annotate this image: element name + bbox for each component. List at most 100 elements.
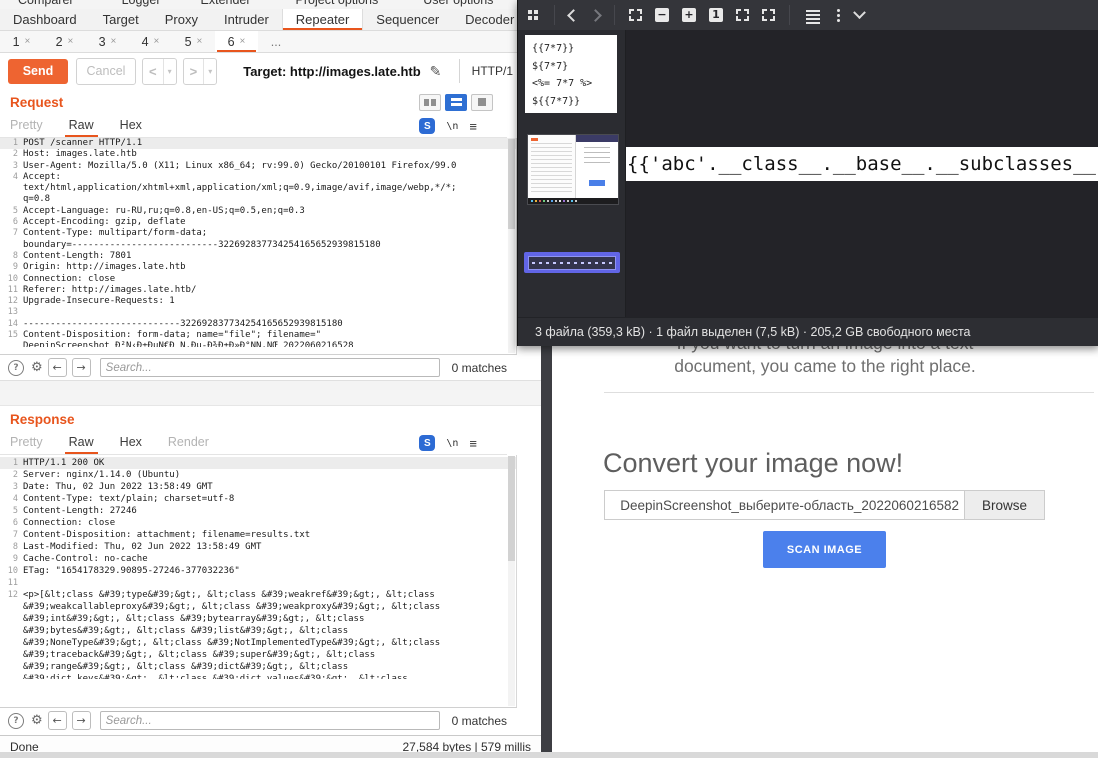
- request-section-header: Request: [0, 89, 541, 115]
- list-view-icon[interactable]: [806, 14, 820, 16]
- image-viewer-window: − + 1 {{7*7}}${7*7}<%= 7*7 %>${{7*7}}: [517, 0, 1098, 346]
- tab-proxy[interactable]: Proxy: [152, 9, 211, 30]
- response-section-header: Response: [0, 406, 541, 432]
- scan-image-button[interactable]: SCAN IMAGE: [763, 531, 886, 568]
- repeater-tab-2[interactable]: 2×: [43, 31, 86, 52]
- payload-line: <%= 7*7 %>: [532, 75, 617, 93]
- tab-dashboard[interactable]: Dashboard: [0, 9, 90, 30]
- file-upload-input[interactable]: DeepinScreenshot_выберите-область_202206…: [604, 490, 1045, 520]
- response-editor[interactable]: 1HTTP/1.1 200 OK2Server: nginx/1.14.0 (U…: [0, 455, 517, 707]
- syntax-highlight-icon[interactable]: S: [419, 435, 435, 451]
- viewer-main-area[interactable]: {{'abc'.__class__.__base__.__subclasses_…: [626, 30, 1098, 317]
- dropdown-caret-icon[interactable]: ▾: [203, 59, 216, 84]
- close-tab-icon[interactable]: ×: [154, 36, 160, 47]
- payload-text-thumbnail[interactable]: {{7*7}}${7*7}<%= 7*7 %>${{7*7}}: [525, 35, 617, 113]
- cancel-button[interactable]: Cancel: [76, 58, 136, 85]
- search-input[interactable]: Search...: [100, 711, 440, 730]
- zoom-out-icon[interactable]: −: [655, 8, 669, 22]
- search-prev-button[interactable]: ←: [48, 358, 67, 377]
- close-tab-icon[interactable]: ×: [25, 36, 31, 47]
- screenshot-thumbnail[interactable]: [527, 134, 619, 205]
- gear-icon[interactable]: ⚙: [31, 713, 43, 728]
- dropdown-caret-icon[interactable]: ▾: [163, 59, 176, 84]
- top-tab-logger[interactable]: Logger: [122, 0, 161, 7]
- more-options-icon[interactable]: [837, 14, 840, 17]
- show-newlines-icon[interactable]: \n: [446, 121, 458, 132]
- tab-intruder[interactable]: Intruder: [211, 9, 282, 30]
- request-editor[interactable]: 1POST /scanner HTTP/1.12Host: images.lat…: [0, 138, 517, 354]
- request-scrollbar[interactable]: [508, 139, 515, 353]
- repeater-tab-5[interactable]: 5×: [172, 31, 215, 52]
- edit-target-pencil-icon[interactable]: ✎: [430, 63, 442, 80]
- page-title: Convert your image now!: [603, 448, 903, 479]
- actual-size-icon[interactable]: 1: [709, 8, 723, 22]
- request-tab-raw[interactable]: Raw: [69, 118, 94, 137]
- search-input[interactable]: Search...: [100, 358, 440, 377]
- request-tab-hex[interactable]: Hex: [120, 118, 142, 137]
- forward-icon[interactable]: [589, 9, 602, 22]
- show-newlines-icon[interactable]: \n: [446, 438, 458, 449]
- burp-top-tab-row-clipped: Comparer Logger Extender Project options Use…: [0, 0, 541, 9]
- tab-repeater[interactable]: Repeater: [282, 9, 363, 30]
- response-tab-hex[interactable]: Hex: [120, 435, 142, 454]
- search-next-button[interactable]: →: [72, 711, 91, 730]
- response-tab-pretty[interactable]: Pretty: [10, 435, 43, 454]
- syntax-highlight-icon[interactable]: S: [419, 118, 435, 134]
- layout-rows-button[interactable]: [445, 94, 467, 111]
- panel-splitter[interactable]: [0, 380, 541, 406]
- tab-sequencer[interactable]: Sequencer: [363, 9, 452, 30]
- line-text: Accept-Language: ru-RU,ru;q=0.8,en-US;q=…: [23, 206, 305, 217]
- chevron-down-icon[interactable]: [853, 6, 866, 19]
- line-number: 3: [0, 481, 23, 493]
- search-next-button[interactable]: →: [72, 358, 91, 377]
- fit-to-window-icon[interactable]: [629, 9, 642, 21]
- line-text: DeepinScreenshot_Ð²Ñ‹Ð±ÐµÑ€Ð¸Ñ‚Ðµ-Ð¾Ð±Ð»…: [23, 341, 354, 347]
- response-tab-raw[interactable]: Raw: [69, 435, 94, 454]
- line-text: Cache-Control: no-cache: [23, 553, 148, 565]
- line-number: [0, 673, 23, 679]
- editor-menu-icon[interactable]: ≡: [469, 436, 477, 451]
- history-back-button[interactable]: < ▾: [142, 58, 177, 85]
- close-tab-icon[interactable]: ×: [197, 36, 203, 47]
- help-icon[interactable]: ?: [8, 713, 24, 729]
- fullscreen-icon[interactable]: [736, 9, 749, 21]
- response-tab-render[interactable]: Render: [168, 435, 209, 454]
- history-forward-button[interactable]: > ▾: [183, 58, 218, 85]
- tab-target[interactable]: Target: [90, 9, 152, 30]
- search-prev-button[interactable]: ←: [48, 711, 67, 730]
- fit-width-icon[interactable]: [762, 9, 775, 21]
- repeater-tab-6[interactable]: 6×: [215, 31, 258, 52]
- gear-icon[interactable]: ⚙: [31, 360, 43, 375]
- repeater-tab-3[interactable]: 3×: [86, 31, 129, 52]
- line-number: 7: [0, 228, 23, 239]
- top-tab-comparer[interactable]: Comparer: [18, 0, 74, 7]
- zoom-in-icon[interactable]: +: [682, 8, 696, 22]
- code-line: &#39;NoneType&#39;&gt;, &lt;class &#39;N…: [0, 637, 516, 649]
- browse-button[interactable]: Browse: [964, 491, 1044, 519]
- top-tab-extender[interactable]: Extender: [201, 0, 251, 7]
- response-scrollbar[interactable]: [508, 456, 515, 706]
- repeater-tab-1[interactable]: 1×: [0, 31, 43, 52]
- code-line: 12<p>[&lt;class &#39;type&#39;&gt;, &lt;…: [0, 589, 516, 601]
- repeater-overflow-tab[interactable]: ...: [258, 31, 294, 52]
- thumbnail-grid-icon[interactable]: [528, 10, 532, 14]
- code-line: 8Content-Length: 7801: [0, 251, 516, 262]
- close-tab-icon[interactable]: ×: [68, 36, 74, 47]
- line-text: Origin: http://images.late.htb: [23, 262, 186, 273]
- back-icon[interactable]: [567, 9, 580, 22]
- layout-columns-button[interactable]: [419, 94, 441, 111]
- selected-strip-thumbnail[interactable]: [524, 252, 620, 273]
- close-tab-icon[interactable]: ×: [240, 36, 246, 47]
- help-icon[interactable]: ?: [8, 360, 24, 376]
- line-number: 1: [0, 138, 23, 149]
- http-version-selector[interactable]: HTTP/1: [459, 59, 515, 83]
- send-button[interactable]: Send: [8, 59, 68, 84]
- top-tab-project-options[interactable]: Project options: [296, 0, 379, 7]
- layout-single-button[interactable]: [471, 94, 493, 111]
- request-tab-pretty[interactable]: Pretty: [10, 118, 43, 137]
- editor-menu-icon[interactable]: ≡: [469, 119, 477, 134]
- repeater-tab-4[interactable]: 4×: [129, 31, 172, 52]
- line-text: Upgrade-Insecure-Requests: 1: [23, 296, 175, 307]
- top-tab-user-options[interactable]: User options: [423, 0, 493, 7]
- close-tab-icon[interactable]: ×: [111, 36, 117, 47]
